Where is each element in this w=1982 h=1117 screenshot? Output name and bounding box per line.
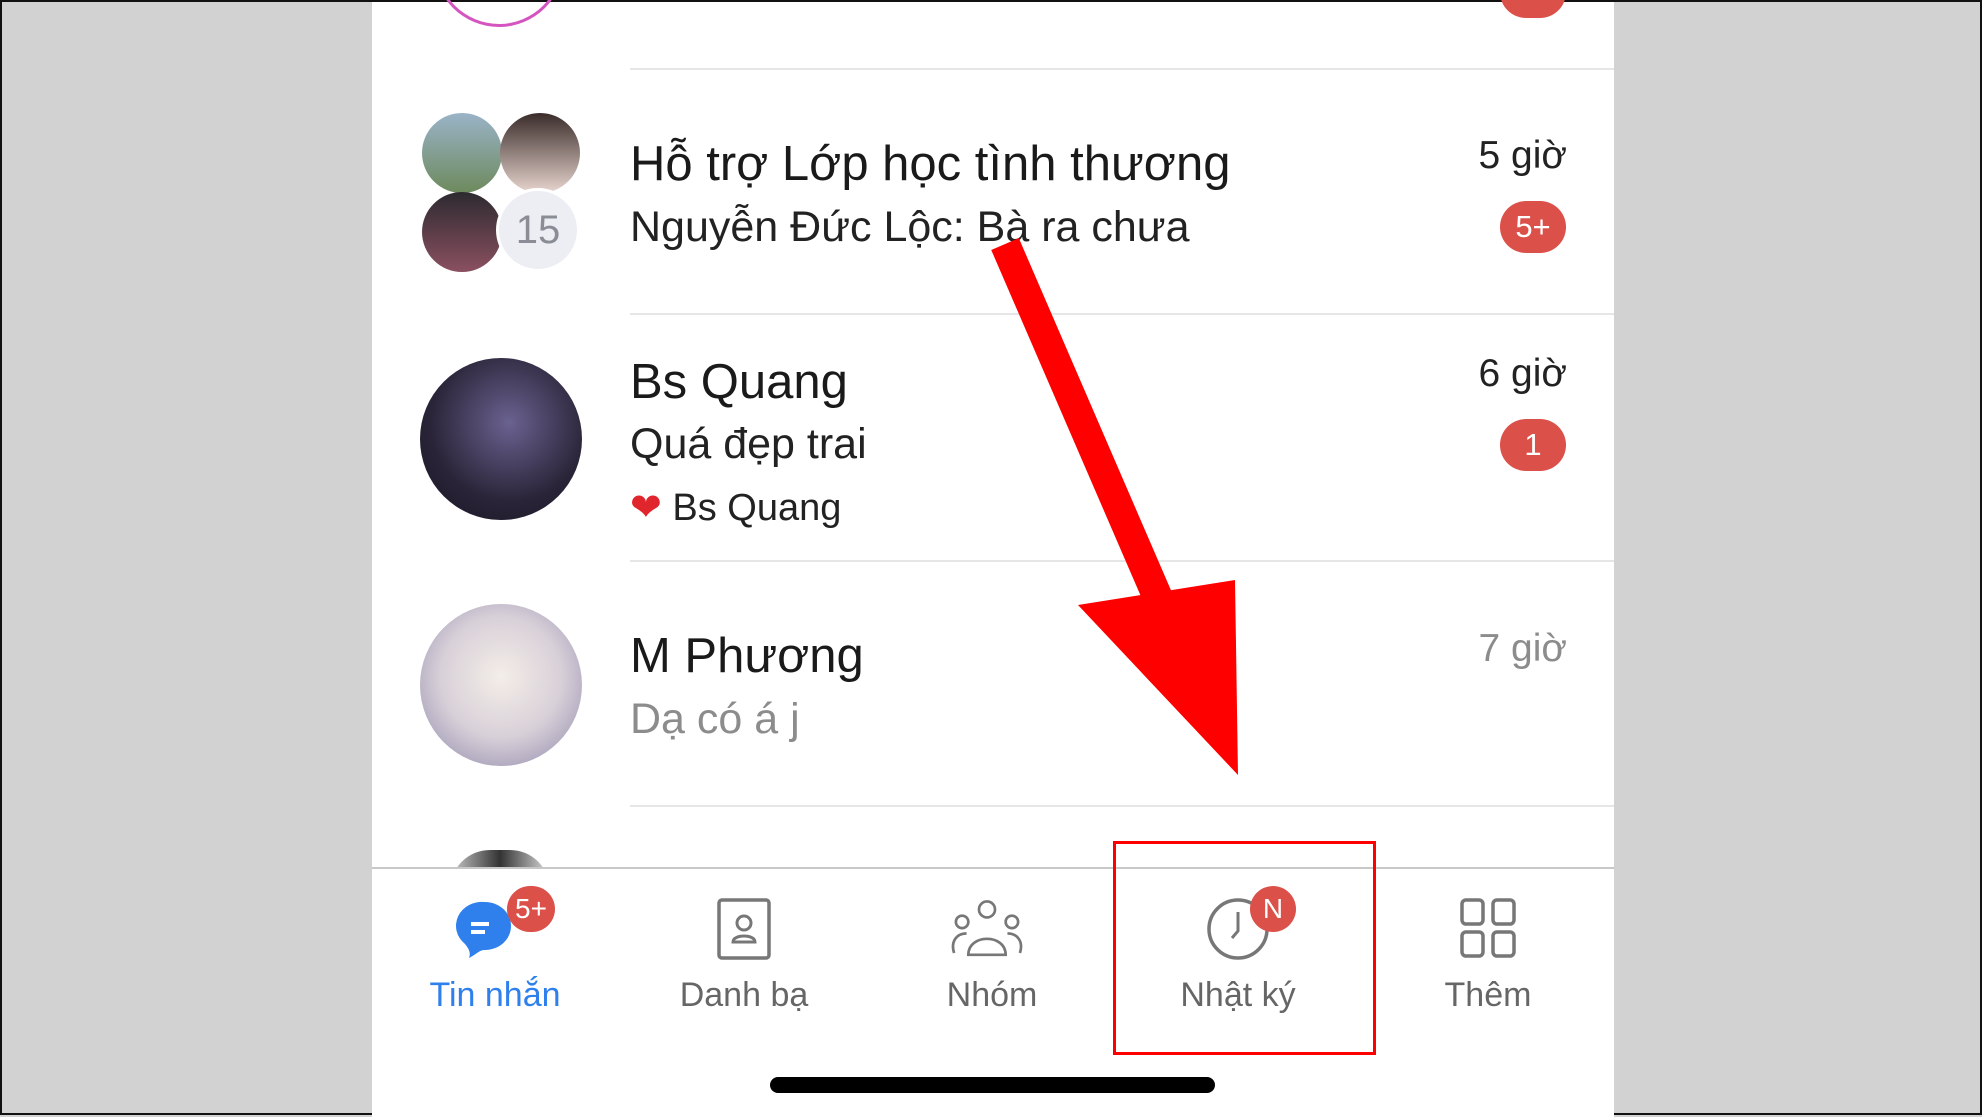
red-arrow-icon xyxy=(991,238,1238,775)
